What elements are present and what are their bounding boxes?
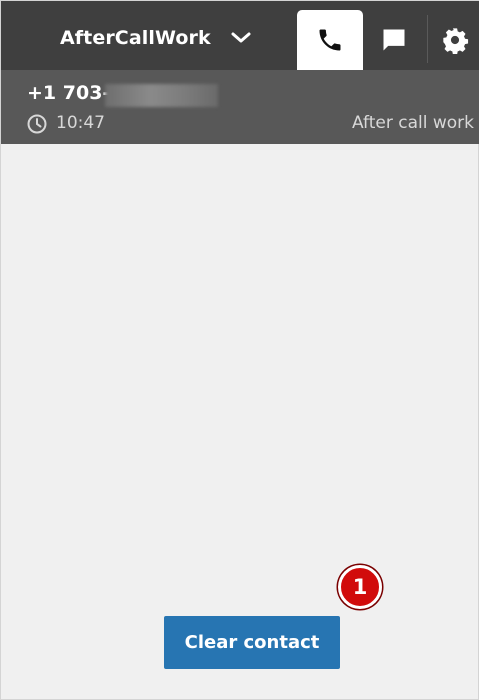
- clock-icon: [27, 114, 47, 134]
- contact-duration: 10:47: [56, 113, 105, 133]
- chevron-down-icon: [231, 32, 251, 43]
- chat-icon: [383, 29, 405, 51]
- top-bar: AfterCallWork: [1, 1, 479, 70]
- gear-icon: [442, 28, 468, 54]
- tab-settings[interactable]: [429, 10, 479, 70]
- tab-phone[interactable]: [297, 10, 363, 70]
- phone-icon: [319, 29, 341, 51]
- clear-contact-button[interactable]: Clear contact: [164, 616, 340, 669]
- tab-chat[interactable]: [363, 10, 425, 70]
- contact-state: After call work: [352, 113, 474, 133]
- contact-phone-number: +1 703-: [27, 82, 111, 104]
- redacted-number-blur: [105, 84, 218, 107]
- ccp-window: AfterCallWork +1 703- 10:47 After call w…: [0, 0, 479, 700]
- annotation-marker: 1: [338, 565, 382, 609]
- agent-status-label: AfterCallWork: [60, 27, 211, 49]
- tab-divider: [427, 15, 428, 63]
- agent-status-dropdown[interactable]: AfterCallWork: [35, 13, 291, 63]
